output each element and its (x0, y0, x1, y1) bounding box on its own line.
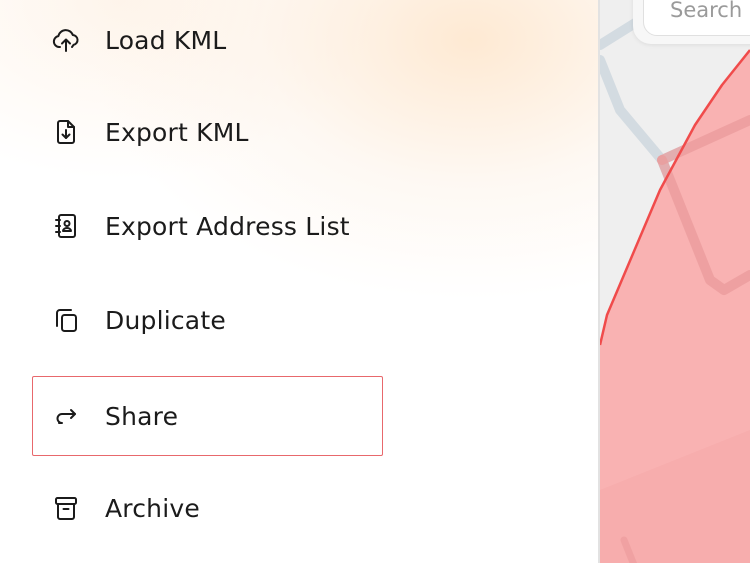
map-search-field (643, 0, 750, 36)
map-search-input[interactable] (670, 0, 750, 25)
file-download-icon (51, 117, 81, 147)
menu-item-export-address-list[interactable]: Export Address List (32, 186, 383, 266)
menu-item-load-kml[interactable]: Load KML (32, 0, 383, 80)
menu-item-archive[interactable]: Archive (32, 468, 383, 548)
menu-item-label: Share (105, 401, 179, 431)
map-view[interactable] (600, 0, 750, 563)
menu-item-label: Export KML (105, 117, 249, 147)
share-arrow-icon (51, 401, 81, 431)
menu-item-share[interactable]: Share (32, 376, 383, 456)
menu-item-duplicate[interactable]: Duplicate (32, 280, 383, 360)
copy-icon (51, 305, 81, 335)
archive-box-icon (51, 493, 81, 523)
map-canvas[interactable] (600, 0, 750, 563)
menu-item-label: Archive (105, 493, 200, 523)
cloud-upload-icon (51, 25, 81, 55)
address-book-icon (51, 211, 81, 241)
menu-item-export-kml[interactable]: Export KML (32, 92, 383, 172)
menu-item-label: Duplicate (105, 305, 226, 335)
actions-menu-panel: Load KML Export KML Export Address List (0, 0, 599, 563)
menu-item-label: Load KML (105, 25, 227, 55)
menu-item-label: Export Address List (105, 211, 350, 241)
map-search-box (633, 0, 750, 44)
